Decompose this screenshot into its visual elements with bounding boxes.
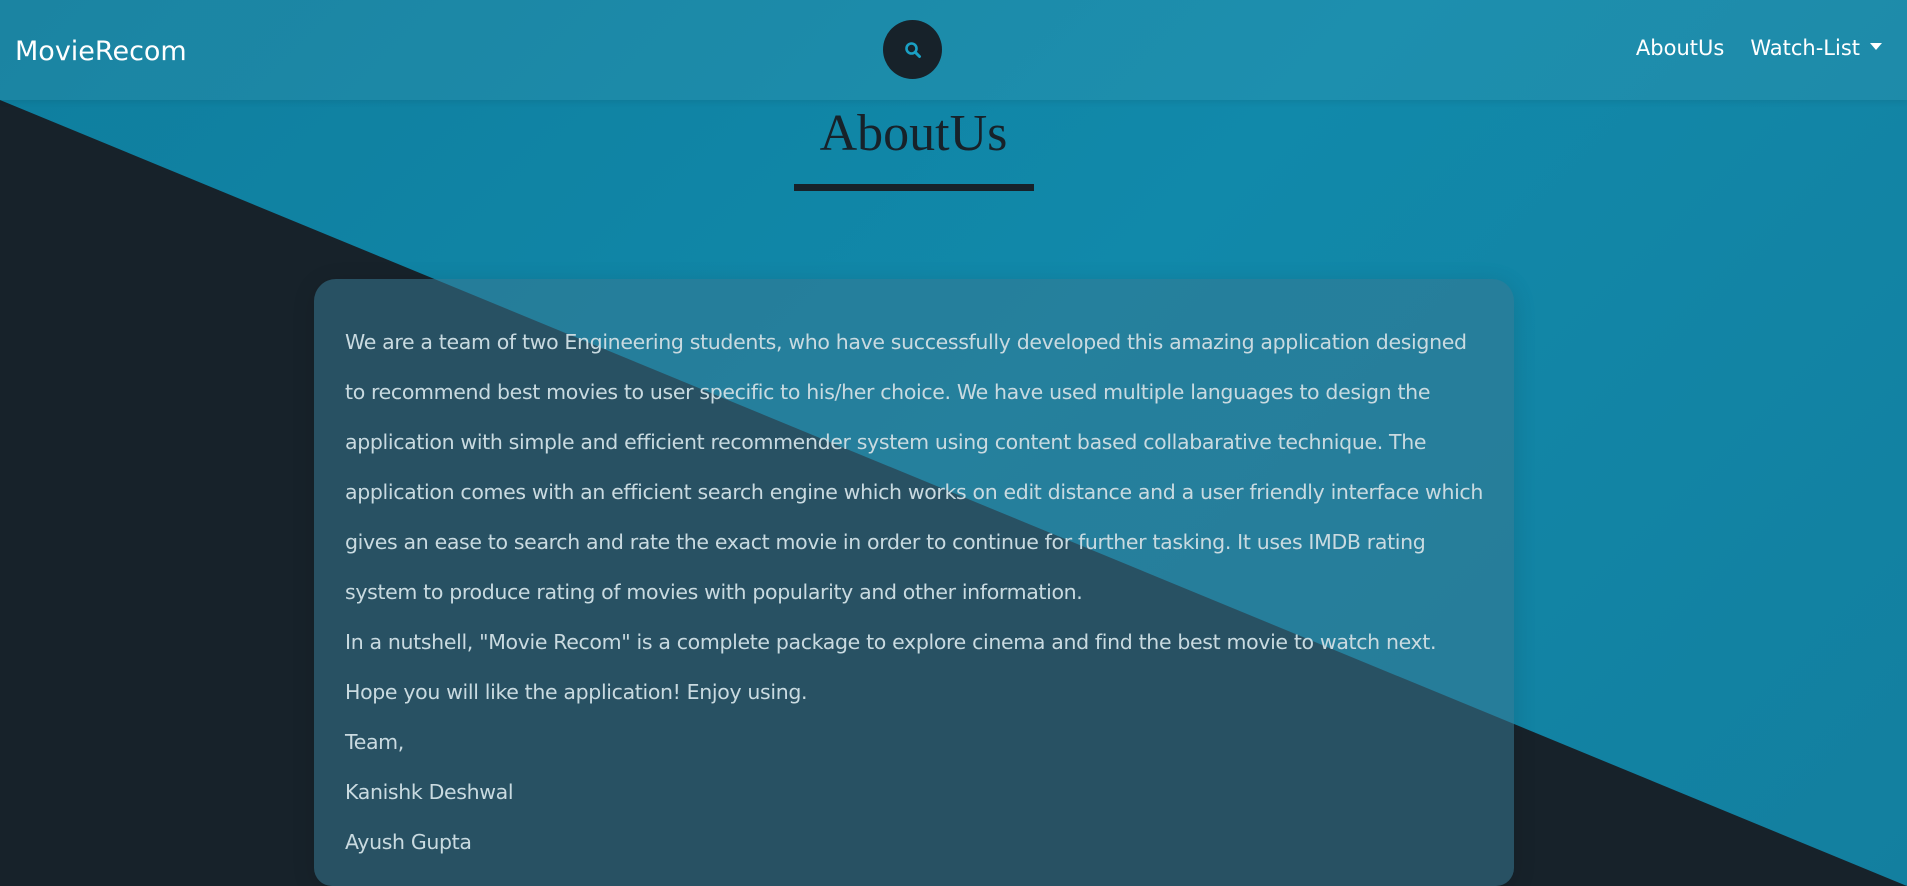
- title-underline: [794, 184, 1034, 191]
- about-paragraph-nutshell: In a nutshell, "Movie Recom" is a comple…: [345, 630, 1437, 654]
- search-button[interactable]: [883, 20, 942, 79]
- about-card: We are a team of two Engineering student…: [314, 279, 1514, 886]
- about-team-label: Team,: [345, 730, 404, 754]
- about-team-member-1: Kanishk Deshwal: [345, 780, 514, 804]
- caret-down-icon: [1870, 42, 1882, 50]
- brand-logo-link[interactable]: MovieRecom: [15, 36, 187, 67]
- search-icon: [904, 41, 922, 59]
- watch-list-label: Watch-List: [1750, 36, 1860, 60]
- nav-links: AboutUs Watch-List: [1636, 36, 1882, 60]
- about-team-member-2: Ayush Gupta: [345, 830, 472, 854]
- page-title: AboutUs: [819, 105, 1008, 162]
- navbar: MovieRecom AboutUs Watch-List: [0, 0, 1907, 100]
- watch-list-dropdown[interactable]: Watch-List: [1750, 36, 1882, 60]
- nav-link-about-us-label: AboutUs: [1635, 36, 1725, 60]
- about-paragraph-hope: Hope you will like the application! Enjo…: [345, 680, 808, 704]
- nav-link-about-us[interactable]: AboutUs: [1636, 36, 1724, 60]
- about-paragraph-intro: We are a team of two Engineering student…: [345, 330, 1483, 604]
